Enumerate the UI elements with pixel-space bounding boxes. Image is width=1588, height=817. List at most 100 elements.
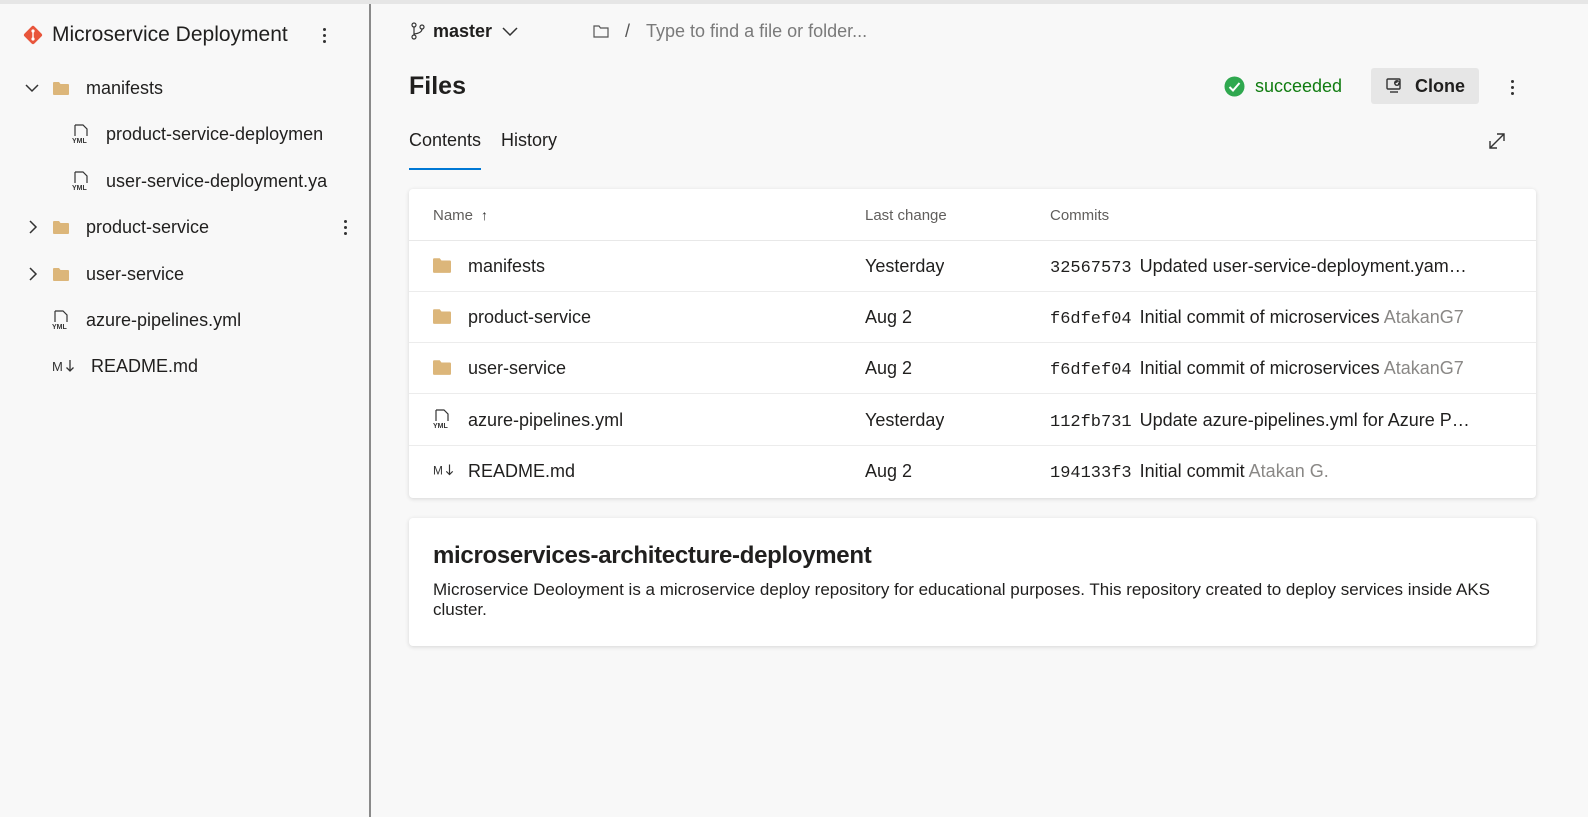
tree-item-label: product-service-deploymen bbox=[106, 123, 324, 144]
tree-item-azure-pipelines[interactable]: YML azure-pipelines.yml bbox=[0, 300, 369, 340]
tree-item-label: manifests bbox=[86, 77, 164, 98]
tab-history[interactable]: History bbox=[501, 120, 557, 170]
tree-item-label: product-service bbox=[86, 216, 210, 237]
main-content: master / Files succeeded Clone Contents … bbox=[371, 4, 1588, 817]
tree-item-product-service-deployment[interactable]: YML product-service-deploymen bbox=[0, 114, 369, 154]
svg-text:YML: YML bbox=[72, 138, 88, 144]
column-header-name[interactable]: Name ↑ bbox=[433, 207, 488, 224]
folder-outline-icon[interactable] bbox=[593, 24, 609, 38]
tab-contents[interactable]: Contents bbox=[409, 120, 482, 170]
svg-text:YML: YML bbox=[433, 423, 449, 429]
path-bar: / bbox=[593, 18, 1047, 44]
branch-icon bbox=[411, 22, 425, 40]
folder-icon bbox=[53, 268, 69, 281]
commit-info: 194133f3 Initial commit Atakan G. bbox=[1050, 461, 1470, 483]
markdown-icon: M bbox=[433, 464, 454, 478]
branch-name: master bbox=[433, 20, 493, 41]
file-search-input[interactable] bbox=[646, 20, 1047, 42]
last-change: Yesterday bbox=[865, 256, 945, 276]
table-row[interactable]: product-service Aug 2 f6dfef04 Initial co… bbox=[409, 292, 1536, 343]
status-text: succeeded bbox=[1255, 75, 1343, 96]
readme-preview: microservices-architecture-deployment Mi… bbox=[409, 518, 1536, 646]
tab-bar: Contents History bbox=[409, 120, 577, 170]
commit-info: f6dfef04 Initial commit of microservices … bbox=[1050, 358, 1470, 380]
tree-item-label: README.md bbox=[91, 355, 199, 376]
yml-file-icon: YML bbox=[52, 310, 68, 330]
table-row[interactable]: M README.md Aug 2 194133f3 Initial commit… bbox=[409, 446, 1536, 497]
last-change: Aug 2 bbox=[865, 358, 913, 378]
repo-header: Microservice Deployment bbox=[22, 20, 352, 50]
tree-item-label: user-service bbox=[86, 263, 185, 284]
page-title: Files bbox=[409, 72, 466, 100]
commit-hash[interactable]: 194133f3 bbox=[1050, 464, 1132, 483]
file-name[interactable]: README.md bbox=[468, 461, 575, 482]
folder-icon bbox=[433, 360, 451, 375]
readme-body: Microservice Deoloyment is a microservic… bbox=[433, 580, 1490, 619]
file-name[interactable]: product-service bbox=[468, 307, 591, 328]
column-header-last-change[interactable]: Last change bbox=[865, 207, 947, 224]
table-row[interactable]: user-service Aug 2 f6dfef04 Initial commi… bbox=[409, 343, 1536, 394]
svg-text:YML: YML bbox=[52, 324, 68, 330]
repo-more-options-icon[interactable] bbox=[316, 20, 332, 50]
readme-title: microservices-architecture-deployment bbox=[433, 542, 872, 569]
git-repo-icon bbox=[23, 25, 43, 45]
svg-text:M: M bbox=[433, 464, 443, 478]
commit-message[interactable]: Initial commit bbox=[1140, 461, 1245, 481]
commit-author: Atakan G. bbox=[1248, 461, 1329, 481]
chevron-right-icon[interactable] bbox=[26, 220, 40, 234]
folder-icon bbox=[53, 221, 69, 234]
commit-message[interactable]: Updated user-service-deployment.yaml bbox=[1140, 256, 1467, 276]
pipeline-status[interactable]: succeeded bbox=[1224, 74, 1342, 98]
commit-hash[interactable]: 112fb731 bbox=[1050, 413, 1132, 432]
tree-item-readme[interactable]: M README.md bbox=[0, 346, 369, 386]
yml-file-icon: YML bbox=[433, 409, 449, 429]
column-header-commits[interactable]: Commits bbox=[1050, 207, 1109, 224]
svg-text:YML: YML bbox=[72, 185, 88, 191]
file-name[interactable]: azure-pipelines.yml bbox=[468, 410, 623, 431]
more-options-icon[interactable] bbox=[1505, 76, 1519, 98]
commit-info: f6dfef04 Initial commit of microservices … bbox=[1050, 307, 1470, 329]
file-tree-sidebar: Microservice Deployment manifests YML pr… bbox=[0, 4, 371, 817]
branch-selector[interactable]: master bbox=[411, 18, 518, 44]
commit-info: 112fb731 Update azure-pipelines.yml for A… bbox=[1050, 410, 1470, 432]
more-options-icon[interactable] bbox=[344, 207, 347, 247]
tree-item-user-service-deployment[interactable]: YML user-service-deployment.ya bbox=[0, 161, 369, 201]
commit-hash[interactable]: f6dfef04 bbox=[1050, 361, 1132, 380]
table-row[interactable]: manifests Yesterday 32567573 Updated user… bbox=[409, 241, 1536, 292]
clone-label: Clone bbox=[1414, 75, 1465, 96]
table-header: Name ↑ Last change Commits bbox=[409, 189, 1536, 241]
files-table: Name ↑ Last change Commits manifests Yest… bbox=[409, 189, 1536, 498]
column-header-label: Name bbox=[433, 207, 474, 224]
check-circle-icon bbox=[1224, 76, 1245, 96]
repo-title[interactable]: Microservice Deployment bbox=[52, 23, 288, 47]
tree-item-product-service[interactable]: product-service bbox=[0, 207, 369, 247]
last-change: Aug 2 bbox=[865, 461, 913, 481]
commit-hash[interactable]: 32567573 bbox=[1050, 259, 1132, 278]
markdown-icon: M bbox=[52, 359, 74, 374]
chevron-down-icon bbox=[502, 27, 518, 36]
expand-icon[interactable] bbox=[1487, 131, 1507, 151]
commit-message[interactable]: Update azure-pipelines.yml for Azure Pip… bbox=[1140, 410, 1470, 430]
tree-item-manifests[interactable]: manifests bbox=[0, 68, 369, 108]
file-name[interactable]: user-service bbox=[468, 358, 566, 379]
folder-icon bbox=[433, 309, 451, 324]
clone-button[interactable]: Clone bbox=[1371, 68, 1479, 104]
folder-icon bbox=[433, 258, 451, 273]
commit-info: 32567573 Updated user-service-deployment.… bbox=[1050, 256, 1470, 278]
folder-icon bbox=[53, 82, 69, 95]
yml-file-icon: YML bbox=[72, 171, 88, 191]
tree-item-label: user-service-deployment.ya bbox=[106, 170, 328, 191]
svg-text:M: M bbox=[52, 359, 63, 374]
table-row[interactable]: YML azure-pipelines.yml Yesterday 112fb7… bbox=[409, 395, 1536, 446]
chevron-right-icon[interactable] bbox=[26, 267, 40, 281]
last-change: Yesterday bbox=[865, 410, 945, 430]
sort-ascending-icon: ↑ bbox=[481, 207, 489, 223]
chevron-down-icon[interactable] bbox=[25, 81, 39, 95]
tree-item-user-service[interactable]: user-service bbox=[0, 254, 369, 294]
commit-message[interactable]: Initial commit of microservices bbox=[1140, 358, 1380, 378]
file-name[interactable]: manifests bbox=[468, 256, 545, 277]
commit-message[interactable]: Initial commit of microservices bbox=[1140, 307, 1380, 327]
yml-file-icon: YML bbox=[72, 124, 88, 144]
path-separator: / bbox=[625, 20, 631, 41]
commit-hash[interactable]: f6dfef04 bbox=[1050, 310, 1132, 329]
